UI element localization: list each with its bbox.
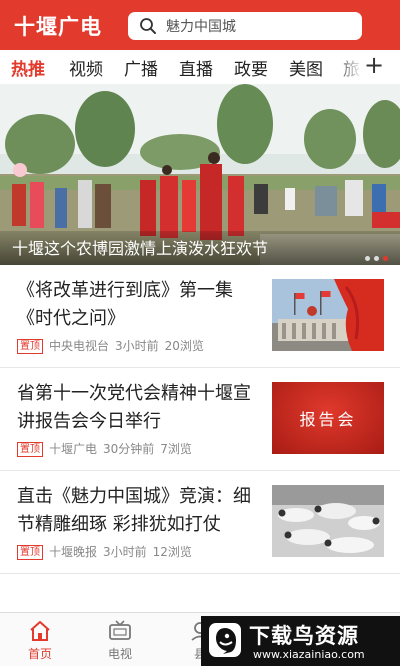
news-time: 3小时前 [115,339,159,353]
tab-politics[interactable]: 政要 [234,55,268,80]
carousel-indicator [361,246,388,261]
news-meta: 置顶 中央电视台 3小时前 20浏览 [17,337,210,354]
add-tab-button[interactable]: + [364,51,384,79]
carousel-dot [365,256,370,261]
news-time: 30分钟前 [103,442,155,456]
nav-home-label: 首页 [27,647,52,661]
tab-video[interactable]: 视频 [69,55,103,80]
news-source: 中央电视台 [49,339,110,353]
news-item[interactable]: 《将改革进行到底》第一集《时代之问》 置顶 中央电视台 3小时前 20浏览 [0,265,400,368]
bird-logo-icon [209,623,241,657]
tab-photos[interactable]: 美图 [289,55,323,80]
pinned-badge: 置顶 [17,339,43,354]
app-title: 十堰广电 [14,15,102,39]
news-thumbnail: 报告会 [272,382,384,454]
app-header: 十堰广电 魅力中国城 [0,0,400,50]
nav-home[interactable]: 首页 [0,613,80,666]
news-meta: 置顶 十堰广电 30分钟前 7浏览 [17,440,198,457]
tv-icon [109,620,131,640]
banner-caption: 十堰这个农博园激情上演泼水狂欢节 [12,239,269,258]
search-bar[interactable]: 魅力中国城 [128,12,362,40]
banner-carousel[interactable]: 十堰这个农博园激情上演泼水狂欢节 [0,84,400,265]
search-icon [140,18,156,34]
watermark-title: 下载鸟资源 [249,624,359,648]
search-placeholder: 魅力中国城 [166,19,236,35]
news-item[interactable]: 直击《魅力中国城》竞演：细节精雕细琢 彩排犹如打仗 置顶 十堰晚报 3小时前 12浏览 [0,471,400,574]
thumbnail-text: 报告会 [299,410,357,429]
news-item[interactable]: 省第十一次党代会精神十堰宣讲报告会今日举行 置顶 十堰广电 30分钟前 7浏览 报告会 [0,368,400,471]
carousel-dot-active [383,256,388,261]
news-views: 12浏览 [152,545,192,559]
news-title: 直击《魅力中国城》竞演：细节精雕细琢 彩排犹如打仗 [17,486,251,535]
watermark-url: www.xiazainiao.com [253,648,365,661]
nav-tv-label: 电视 [107,647,132,661]
tab-live[interactable]: 直播 [179,55,213,80]
home-icon [30,621,50,641]
news-views: 20浏览 [164,339,204,353]
tab-hot[interactable]: 热推 [11,55,45,80]
pinned-badge: 置顶 [17,442,43,457]
news-source: 十堰晚报 [49,545,98,559]
carousel-dot [374,256,379,261]
news-views: 7浏览 [160,442,192,456]
pinned-badge: 置顶 [17,545,43,560]
news-thumbnail [272,279,384,351]
category-tabs: 热推 视频 广播 直播 政要 美图 旅 + [0,50,400,84]
news-meta: 置顶 十堰晚报 3小时前 12浏览 [17,543,198,560]
nav-tv[interactable]: 电视 [80,613,160,666]
tab-radio[interactable]: 广播 [124,55,158,80]
news-title: 省第十一次党代会精神十堰宣讲报告会今日举行 [17,383,251,432]
watermark: 下载鸟资源 www.xiazainiao.com [201,616,400,666]
news-time: 3小时前 [103,545,147,559]
news-thumbnail [272,485,384,557]
news-title: 《将改革进行到底》第一集《时代之问》 [17,280,233,329]
news-source: 十堰广电 [49,442,98,456]
